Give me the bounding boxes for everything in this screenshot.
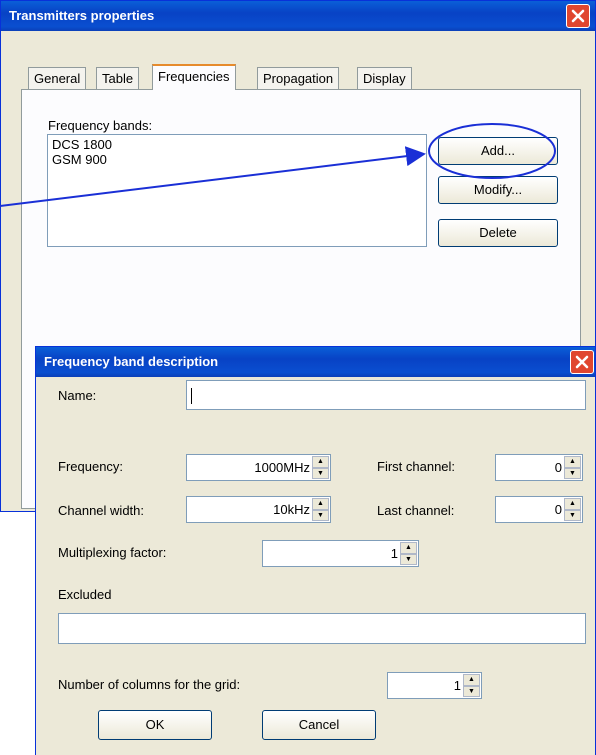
frequency-band-description-window: Frequency band description Name: Frequen… xyxy=(35,346,596,755)
text-cursor xyxy=(191,387,192,404)
channel-width-stepper[interactable]: 10kHz ▲ ▼ xyxy=(186,496,331,523)
frequency-bands-label: Frequency bands: xyxy=(48,118,153,133)
transmitters-title: Transmitters properties xyxy=(9,8,155,23)
columns-spin[interactable]: ▲ ▼ xyxy=(463,674,480,697)
frequency-label: Frequency: xyxy=(58,459,124,474)
last-channel-value: 0 xyxy=(554,502,562,517)
close-icon xyxy=(571,9,585,23)
frequency-value: 1000MHz xyxy=(254,460,310,475)
spin-down-icon[interactable]: ▼ xyxy=(400,553,417,565)
columns-stepper[interactable]: 1 ▲ ▼ xyxy=(387,672,482,699)
last-channel-spin[interactable]: ▲ ▼ xyxy=(564,498,581,521)
channel-width-label: Channel width: xyxy=(58,503,144,518)
modify-button[interactable]: Modify... xyxy=(438,176,558,204)
band-title-bar[interactable]: Frequency band description xyxy=(36,347,595,377)
ok-button[interactable]: OK xyxy=(98,710,212,740)
delete-button[interactable]: Delete xyxy=(438,219,558,247)
excluded-label: Excluded xyxy=(58,587,112,602)
add-button[interactable]: Add... xyxy=(438,137,558,165)
columns-label: Number of columns for the grid: xyxy=(58,677,241,692)
name-label: Name: xyxy=(58,388,97,403)
close-icon xyxy=(575,355,589,369)
tab-propagation[interactable]: Propagation xyxy=(257,67,340,89)
spin-up-icon[interactable]: ▲ xyxy=(400,542,417,554)
last-channel-stepper[interactable]: 0 ▲ ▼ xyxy=(495,496,583,523)
spin-down-icon[interactable]: ▼ xyxy=(564,467,581,479)
first-channel-stepper[interactable]: 0 ▲ ▼ xyxy=(495,454,583,481)
multiplexing-factor-spin[interactable]: ▲ ▼ xyxy=(400,542,417,565)
name-input[interactable] xyxy=(186,380,586,410)
frequency-spin[interactable]: ▲ ▼ xyxy=(312,456,329,479)
frequency-stepper[interactable]: 1000MHz ▲ ▼ xyxy=(186,454,331,481)
spin-down-icon[interactable]: ▼ xyxy=(312,467,329,479)
channel-width-value: 10kHz xyxy=(273,502,310,517)
first-channel-spin[interactable]: ▲ ▼ xyxy=(564,456,581,479)
transmitters-close-button[interactable] xyxy=(566,4,590,28)
spin-up-icon[interactable]: ▲ xyxy=(564,456,581,468)
spin-up-icon[interactable]: ▲ xyxy=(463,674,480,686)
multiplexing-factor-value: 1 xyxy=(390,546,398,561)
first-channel-label: First channel: xyxy=(377,459,456,474)
list-item[interactable]: DCS 1800 xyxy=(48,135,426,152)
spin-down-icon[interactable]: ▼ xyxy=(312,509,329,521)
frequency-bands-list[interactable]: DCS 1800 GSM 900 xyxy=(47,134,427,247)
transmitters-title-bar[interactable]: Transmitters properties xyxy=(1,1,595,31)
columns-value: 1 xyxy=(453,678,461,693)
multiplexing-factor-stepper[interactable]: 1 ▲ ▼ xyxy=(262,540,419,567)
tab-general[interactable]: General xyxy=(28,67,87,89)
spin-up-icon[interactable]: ▲ xyxy=(312,498,329,510)
spin-up-icon[interactable]: ▲ xyxy=(564,498,581,510)
tab-display[interactable]: Display xyxy=(357,67,412,89)
spin-up-icon[interactable]: ▲ xyxy=(312,456,329,468)
last-channel-label: Last channel: xyxy=(377,503,455,518)
tab-frequencies[interactable]: Frequencies xyxy=(152,64,236,90)
first-channel-value: 0 xyxy=(554,460,562,475)
channel-width-spin[interactable]: ▲ ▼ xyxy=(312,498,329,521)
spin-down-icon[interactable]: ▼ xyxy=(564,509,581,521)
tab-table[interactable]: Table xyxy=(96,67,140,89)
spin-down-icon[interactable]: ▼ xyxy=(463,685,480,697)
list-item[interactable]: GSM 900 xyxy=(48,152,426,167)
cancel-button[interactable]: Cancel xyxy=(262,710,376,740)
multiplexing-factor-label: Multiplexing factor: xyxy=(58,545,167,560)
band-title: Frequency band description xyxy=(44,354,219,369)
band-close-button[interactable] xyxy=(570,350,594,374)
excluded-input[interactable] xyxy=(58,613,586,644)
